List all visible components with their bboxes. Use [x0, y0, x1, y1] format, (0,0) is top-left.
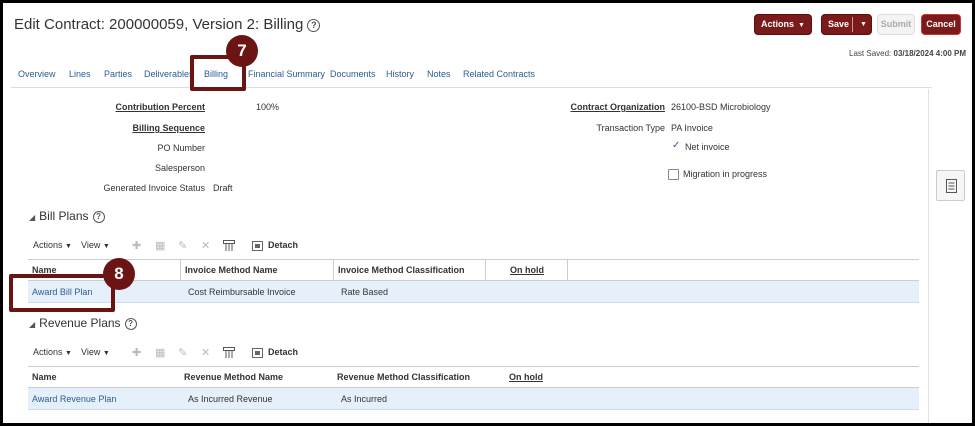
callout-highlight-award-bill-plan [9, 274, 115, 312]
revenue-plans-actions-menu[interactable]: Actions ▼ [33, 347, 72, 357]
detach-icon[interactable] [252, 348, 263, 358]
column-header-invoice-method-name[interactable]: Invoice Method Name [180, 260, 333, 281]
invoice-status-value: Draft [213, 183, 233, 193]
bill-plans-detach-button[interactable]: Detach [268, 240, 298, 250]
column-header-on-hold[interactable]: On hold [485, 367, 567, 388]
revenue-plan-on-hold-cell [509, 388, 513, 410]
chevron-down-icon: ▼ [65, 243, 72, 250]
bill-plans-actions-menu[interactable]: Actions ▼ [33, 240, 72, 250]
chevron-down-icon: ▼ [102, 243, 110, 250]
column-header-on-hold[interactable]: On hold [485, 260, 567, 281]
help-icon[interactable]: ? [307, 19, 321, 32]
remove-icon[interactable]: ✕ [201, 347, 210, 359]
columns-icon[interactable] [223, 240, 235, 251]
revenue-plan-method-cell: As Incurred Revenue [188, 394, 273, 404]
delete-icon[interactable]: ▦ [155, 347, 165, 359]
bill-plans-table: Name Invoice Method Name Invoice Method … [28, 259, 919, 303]
bill-plans-section-header[interactable]: ◢ Bill Plans? [29, 209, 105, 223]
tab-overview[interactable]: Overview [18, 69, 56, 79]
actions-menu-button[interactable]: Actions ▼ [754, 14, 812, 35]
revenue-plans-table: Name Revenue Method Name Revenue Method … [28, 366, 919, 410]
invoice-status-label: Generated Invoice Status [103, 183, 205, 193]
contract-organization-label[interactable]: Contract Organization [570, 102, 665, 112]
save-button[interactable]: Save ▼ [821, 14, 872, 35]
tab-documents[interactable]: Documents [330, 69, 376, 79]
chevron-down-icon: ▼ [102, 350, 110, 357]
column-header-revenue-method-classification[interactable]: Revenue Method Classification [333, 367, 485, 388]
column-header-revenue-method-name[interactable]: Revenue Method Name [180, 367, 333, 388]
tab-deliverables[interactable]: Deliverables [144, 69, 194, 79]
revenue-plans-detach-button[interactable]: Detach [268, 347, 298, 357]
edit-icon[interactable]: ✎ [178, 240, 187, 252]
table-row[interactable]: Award Revenue Plan As Incurred Revenue A… [28, 388, 919, 410]
contract-organization-value: 26100-BSD Microbiology [671, 102, 771, 112]
side-panel-icon [946, 179, 957, 193]
revenue-plan-name-link[interactable]: Award Revenue Plan [28, 388, 116, 410]
revenue-plans-view-menu[interactable]: View ▼ [81, 347, 110, 357]
add-icon[interactable]: ✚ [132, 240, 141, 252]
bill-plan-method-cell: Cost Reimbursable Invoice [188, 287, 296, 297]
collapse-triangle-icon[interactable]: ◢ [29, 213, 35, 222]
tab-parties[interactable]: Parties [104, 69, 132, 79]
edit-icon[interactable]: ✎ [178, 347, 187, 359]
chevron-down-icon[interactable]: ▼ [860, 15, 867, 34]
migration-label: Migration in progress [683, 169, 768, 179]
transaction-type-value: PA Invoice [671, 123, 713, 133]
contract-edit-page: Edit Contract: 200000059, Version 2: Bil… [3, 3, 972, 423]
net-invoice-label: Net invoice [685, 142, 730, 152]
tab-financial-summary[interactable]: Financial Summary [248, 69, 325, 79]
last-saved-status: Last Saved: 03/18/2024 4:00 PM [849, 49, 966, 58]
delete-icon[interactable]: ▦ [155, 240, 165, 252]
check-icon: ✓ [672, 140, 681, 151]
migration-checkbox[interactable] [668, 169, 679, 180]
column-header-invoice-method-classification[interactable]: Invoice Method Classification [333, 260, 485, 281]
po-number-label: PO Number [157, 143, 205, 153]
bill-plans-table-header: Name Invoice Method Name Invoice Method … [28, 259, 919, 281]
remove-icon[interactable]: ✕ [201, 240, 210, 252]
column-header-name[interactable]: Name [28, 367, 180, 388]
contribution-percent-value: 100% [256, 102, 280, 112]
add-icon[interactable]: ✚ [132, 347, 141, 359]
table-row[interactable]: Award Bill Plan Cost Reimbursable Invoic… [28, 281, 919, 303]
revenue-plans-section-header[interactable]: ◢ Revenue Plans? [29, 316, 137, 330]
billing-sequence-label[interactable]: Billing Sequence [132, 123, 205, 133]
chevron-down-icon: ▼ [798, 22, 805, 29]
cancel-button[interactable]: Cancel [921, 14, 961, 35]
bill-plans-view-menu[interactable]: View ▼ [81, 240, 110, 250]
tab-notes[interactable]: Notes [427, 69, 451, 79]
chevron-down-icon: ▼ [65, 350, 72, 357]
tab-related-contracts[interactable]: Related Contracts [463, 69, 535, 79]
columns-icon[interactable] [223, 347, 235, 358]
help-icon[interactable]: ? [124, 318, 137, 330]
page-title: Edit Contract: 200000059, Version 2: Bil… [14, 16, 321, 33]
detach-icon[interactable] [252, 241, 263, 251]
callout-step-8: 8 [103, 258, 135, 290]
tab-history[interactable]: History [386, 69, 414, 79]
tab-lines[interactable]: Lines [69, 69, 91, 79]
submit-button[interactable]: Submit [877, 14, 915, 35]
bill-plan-on-hold-cell [509, 281, 513, 303]
side-panel-toggle-button[interactable] [936, 170, 965, 201]
salesperson-label: Salesperson [154, 163, 205, 173]
revenue-plans-table-header: Name Revenue Method Name Revenue Method … [28, 366, 919, 388]
revenue-plan-classification-cell: As Incurred [341, 394, 388, 404]
transaction-type-label: Transaction Type [596, 123, 665, 133]
contribution-percent-label[interactable]: Contribution Percent [116, 102, 206, 112]
callout-step-7: 7 [226, 35, 258, 67]
collapse-triangle-icon[interactable]: ◢ [29, 320, 35, 329]
help-icon[interactable]: ? [92, 211, 105, 223]
bill-plan-classification-cell: Rate Based [341, 287, 389, 297]
